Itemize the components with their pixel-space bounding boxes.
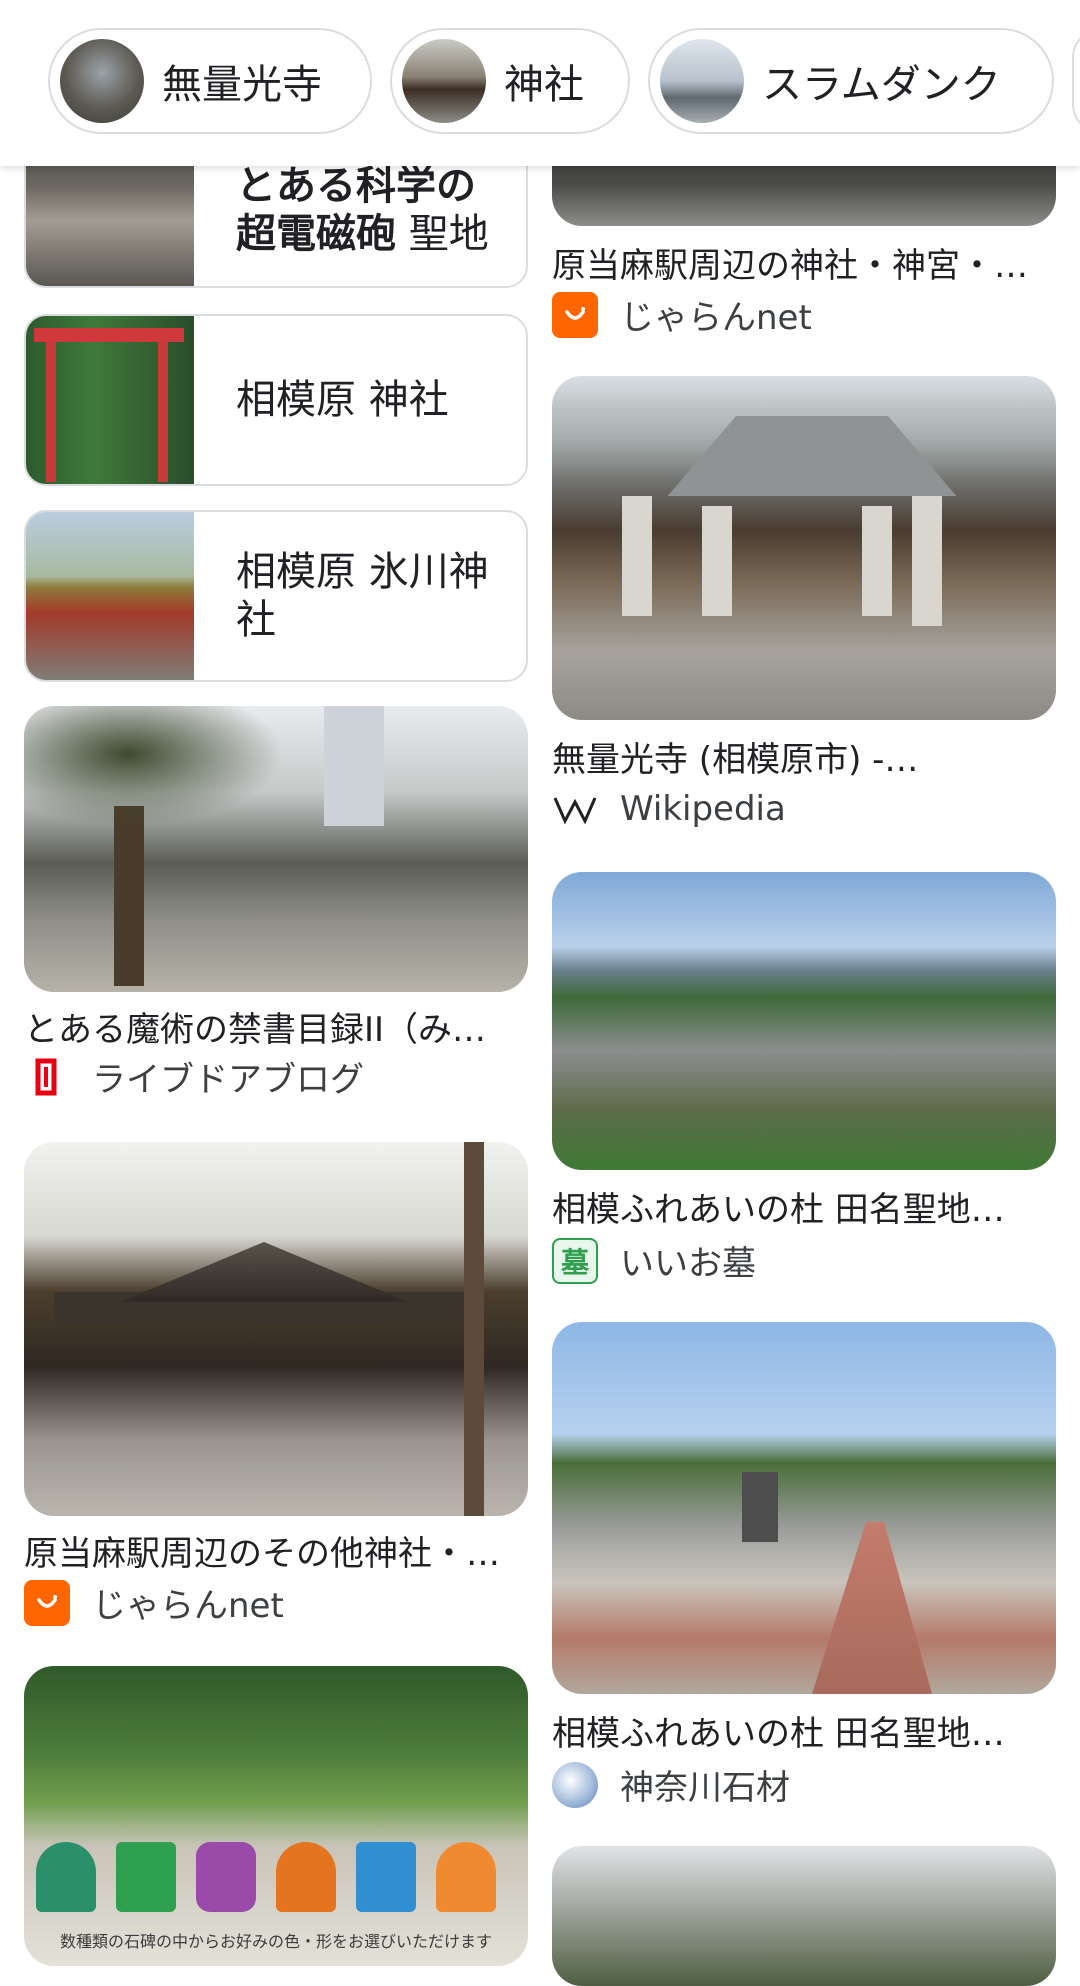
chip-muryokoji[interactable]: 無量光寺 [48,28,372,134]
result-title[interactable]: 無量光寺 (相模原市) -… [552,732,918,781]
result-source[interactable]: Wikipedia [552,786,786,832]
source-name: いいお墓 [620,1244,756,1284]
globe-icon [552,1761,598,1808]
chip-thumbnail [660,39,744,123]
result-source[interactable]: 神奈川石材 [552,1760,790,1809]
chip-label: 神社 [504,62,584,108]
chip-thumbnail [402,39,486,123]
related-search-thumbnail [26,316,194,484]
chip-thumbnail [60,39,144,123]
result-image[interactable] [552,1322,1056,1694]
result-image[interactable]: 数種類の石碑の中からお好みの色・形をお選びいただけます [24,1666,528,1966]
image-overlay-text: 数種類の石碑の中からお好みの色・形をお選びいただけます [59,1932,492,1951]
result-title[interactable]: 原当麻駅周辺のその他神社・… [24,1526,500,1575]
result-title[interactable]: とある魔術の禁書目録II（み… [24,1002,486,1051]
result-image[interactable] [552,872,1056,1170]
result-source[interactable]: 墓 いいお墓 [552,1236,756,1285]
related-search-label: 相模原 神社 [236,377,449,423]
result-source[interactable]: じゃらんnet [24,1578,284,1627]
chip-slamdunk[interactable]: スラムダンク [648,28,1054,134]
jalan-icon [552,291,598,338]
related-search-label: 相模原 氷川神社 [236,549,489,643]
wikipedia-icon [552,786,598,832]
result-image[interactable] [552,376,1056,720]
result-image[interactable] [24,1142,528,1516]
iiohaka-icon: 墓 [552,1237,598,1284]
source-name: じゃらんnet [92,1586,284,1626]
livedoor-icon [24,1054,70,1100]
related-search-label: とある科学の超電磁砲 聖地 [236,163,489,257]
related-search-card[interactable]: 相模原 氷川神社 [24,510,528,682]
result-title[interactable]: 原当麻駅周辺の神社・神宮・… [552,238,1028,287]
source-name: じゃらんnet [620,298,812,338]
related-search-card[interactable]: 相模原 神社 [24,314,528,486]
jalan-icon [24,1579,70,1626]
result-title[interactable]: 相模ふれあいの杜 田名聖地… [552,1182,1005,1231]
chip-label: スラムダンク [762,62,1001,108]
source-name: 神奈川石材 [620,1768,790,1808]
chip-next-partial[interactable] [1072,28,1080,134]
result-title[interactable]: 相模ふれあいの杜 田名聖地… [552,1706,1005,1755]
source-name: Wikipedia [620,789,786,829]
source-name: ライブドアブログ [92,1060,364,1100]
result-image[interactable] [24,706,528,992]
related-search-thumbnail [26,512,194,680]
chip-label: 無量光寺 [162,62,322,108]
result-source[interactable]: ライブドアブログ [24,1052,364,1101]
result-image[interactable] [552,1846,1056,1986]
related-search-chip-bar: 無量光寺 神社 スラムダンク [0,0,1080,166]
result-source[interactable]: じゃらんnet [552,290,812,339]
chip-jinja[interactable]: 神社 [390,28,630,134]
